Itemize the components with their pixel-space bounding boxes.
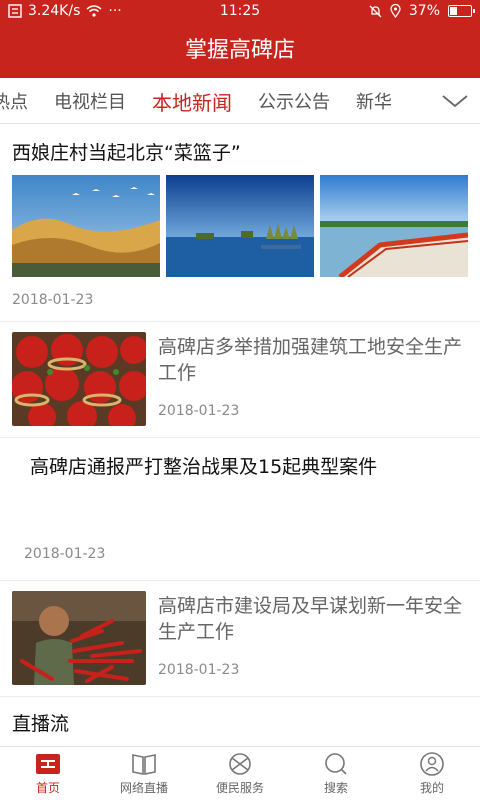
section-title: 直播流 <box>12 713 70 735</box>
nav-services[interactable]: 便民服务 <box>192 747 288 800</box>
news-title: 高碑店通报严打整治战果及15起典型案件 <box>30 456 378 478</box>
news-image-boardwalk <box>320 175 468 277</box>
news-title: 西娘庄村当起北京“菜篮子” <box>12 142 241 164</box>
app-title: 掌握高碑店 <box>0 24 480 78</box>
location-icon <box>390 4 401 18</box>
nav-search[interactable]: 搜索 <box>288 747 384 800</box>
nav-live-label: 网络直播 <box>119 781 168 795</box>
news-thumbnail <box>12 591 146 685</box>
service-icon <box>229 753 251 775</box>
chevron-down-icon <box>442 95 468 108</box>
news-date: 2018-01-23 <box>24 546 106 562</box>
news-item[interactable]: 西娘庄村当起北京“菜篮子” 2018-01-23 <box>0 125 480 322</box>
expand-tabs-button[interactable] <box>430 78 480 123</box>
news-item[interactable]: 高碑店市建设局及早谋划新一年安全生产工作 2018-01-23 <box>0 581 480 697</box>
battery-icon <box>448 5 475 17</box>
nav-search-label: 搜索 <box>323 781 348 795</box>
news-date: 2018-01-23 <box>158 662 240 678</box>
nav-profile-label: 我的 <box>419 781 444 795</box>
book-icon <box>132 754 156 775</box>
tab-hot[interactable]: 热点 <box>0 88 28 114</box>
status-bar: 3.24K/s ··· 11:25 37% <box>0 0 480 24</box>
news-image-lake <box>166 175 314 277</box>
tab-tv[interactable]: 电视栏目 <box>54 88 126 114</box>
battery-level <box>450 7 457 15</box>
news-image-desert <box>12 175 160 277</box>
category-tabs: 热点 电视栏目 本地新闻 公示公告 新华 <box>0 78 480 124</box>
nav-live[interactable]: 网络直播 <box>96 747 192 800</box>
news-list: 西娘庄村当起北京“菜篮子” 2018-01-23 高碑店多举措加强建筑工地安全生… <box>0 125 480 746</box>
news-date: 2018-01-23 <box>12 292 94 308</box>
news-item[interactable]: 高碑店通报严打整治战果及15起典型案件 2018-01-23 <box>0 438 480 581</box>
news-title: 高碑店多举措加强建筑工地安全生产工作 <box>158 336 463 384</box>
home-icon <box>36 754 60 774</box>
live-stream-section: 直播流 <box>0 697 480 746</box>
news-item[interactable]: 高碑店多举措加强建筑工地安全生产工作 2018-01-23 <box>0 322 480 438</box>
news-thumbnail <box>12 332 146 426</box>
news-title: 高碑店市建设局及早谋划新一年安全生产工作 <box>158 595 463 643</box>
nav-home[interactable]: 首页 <box>0 747 96 800</box>
mute-icon <box>369 5 382 17</box>
tab-announcements[interactable]: 公示公告 <box>258 88 330 114</box>
search-icon <box>325 753 347 775</box>
profile-icon <box>420 752 444 776</box>
tab-local-news[interactable]: 本地新闻 <box>152 87 232 116</box>
tab-xinhua[interactable]: 新华 <box>356 88 392 114</box>
nav-profile[interactable]: 我的 <box>384 747 480 800</box>
news-date: 2018-01-23 <box>158 403 240 419</box>
battery-percent: 37% <box>408 3 440 19</box>
nav-home-label: 首页 <box>35 781 60 795</box>
bottom-navigation: 首页 网络直播 便民服务 搜索 我的 <box>0 746 480 800</box>
nav-services-label: 便民服务 <box>215 781 264 795</box>
